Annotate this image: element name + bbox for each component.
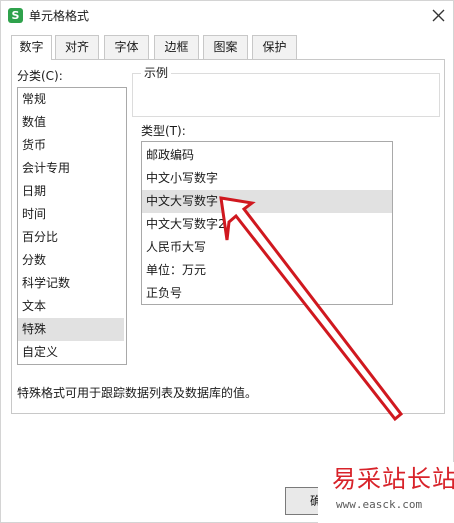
annotation-arrow — [219, 196, 404, 422]
site-watermark: 易采站长站 www.easck.com — [318, 462, 454, 523]
watermark-url: www.easck.com — [336, 498, 423, 511]
watermark-text: 易采站长站 — [332, 465, 454, 493]
tab-number[interactable]: 数字 — [11, 35, 52, 60]
annotation-arrow-shape — [219, 196, 404, 422]
sample-label: 示例 — [141, 65, 172, 81]
